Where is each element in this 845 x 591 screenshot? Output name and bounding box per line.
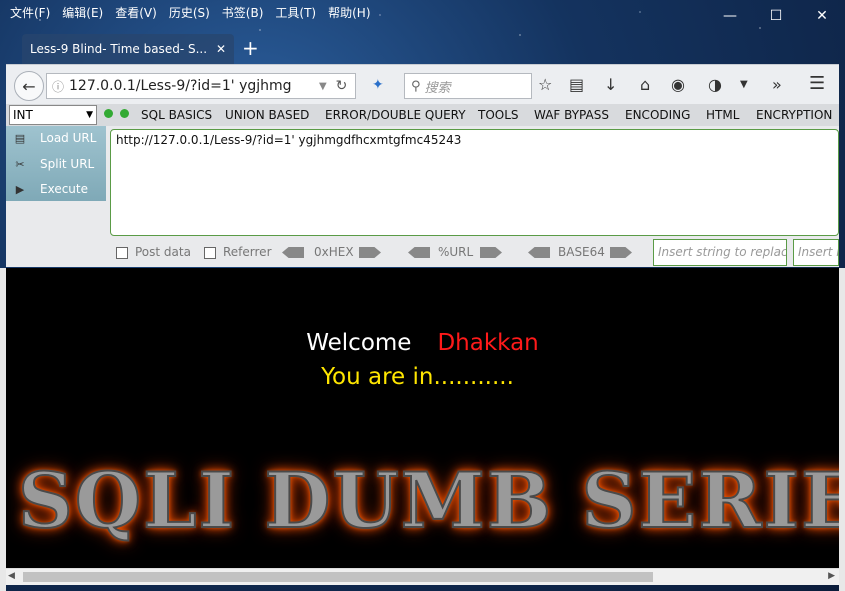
search-box[interactable]: ⚲ 搜索: [404, 73, 532, 99]
home-button-icon[interactable]: ⌂: [640, 75, 650, 94]
hackbar-options: Post data Referrer 0xHEX %URL BASE64 Ins…: [110, 239, 839, 266]
url-text[interactable]: 127.0.0.1/Less-9/?id=1' ygjhmg: [69, 78, 319, 94]
scroll-left-icon[interactable]: ◀: [8, 571, 15, 581]
load-url-button[interactable]: ▤ Load URL: [12, 131, 97, 145]
post-data-checkbox[interactable]: [116, 247, 128, 259]
int-select[interactable]: INT ▼: [9, 105, 97, 125]
hackbar-side-actions: ▤ Load URL ✂ Split URL ▶ Execute: [6, 126, 106, 201]
menu-view[interactable]: 查看(V): [115, 4, 157, 21]
hamburger-menu-icon[interactable]: ☰: [809, 73, 825, 94]
active-tab[interactable]: Less-9 Blind- Time based- S... ✕: [22, 34, 234, 64]
menu-tools[interactable]: 工具(T): [275, 4, 316, 21]
base64-encode-arrow-icon[interactable]: [610, 247, 632, 258]
hackbar-url-textarea[interactable]: http://127.0.0.1/Less-9/?id=1' ygjhmgdfh…: [110, 129, 839, 236]
menu-sql-basics[interactable]: SQL BASICS: [141, 108, 212, 122]
menu-waf-bypass[interactable]: WAF BYPASS: [534, 108, 609, 122]
hex-encode-arrow-icon[interactable]: [359, 247, 381, 258]
palette-icon[interactable]: ◑: [708, 75, 722, 94]
window-controls: — ☐ ✕: [707, 0, 845, 32]
right-frame-edge: [839, 268, 845, 591]
menu-bookmarks[interactable]: 书签(B): [222, 4, 264, 21]
reading-list-icon[interactable]: ▤: [569, 75, 584, 94]
chevron-down-icon: ▼: [86, 110, 93, 120]
info-icon[interactable]: ⓘ: [47, 78, 69, 95]
menu-tools[interactable]: TOOLS: [478, 108, 519, 122]
tab-close-icon[interactable]: ✕: [216, 42, 226, 56]
play-icon: ▶: [15, 182, 25, 196]
download-icon[interactable]: ↓: [604, 75, 617, 94]
reload-button[interactable]: ↻: [328, 73, 356, 99]
welcome-text: Welcome: [306, 330, 412, 356]
referrer-label: Referrer: [223, 245, 272, 259]
search-placeholder: 搜索: [424, 80, 451, 96]
post-data-label: Post data: [135, 245, 191, 259]
search-icon: ⚲: [411, 78, 421, 94]
tab-title: Less-9 Blind- Time based- S...: [30, 42, 208, 56]
minus-icon[interactable]: [104, 109, 113, 118]
sqli-banner: SQLI DUMB SERIES: [17, 455, 839, 546]
menu-history[interactable]: 历史(S): [169, 4, 210, 21]
hackbar-toolbar: INT ▼ SQL BASICS UNION BASED ERROR/DOUBLE…: [6, 104, 839, 126]
menu-union-based[interactable]: UNION BASED: [225, 108, 309, 122]
menu-help[interactable]: 帮助(H): [328, 4, 370, 21]
execute-button[interactable]: ▶ Execute: [12, 182, 88, 196]
minimize-button[interactable]: —: [707, 0, 753, 32]
load-url-icon: ▤: [14, 131, 26, 145]
back-arrow-icon: ←: [22, 76, 36, 96]
base64-label: BASE64: [558, 245, 605, 259]
status-message: You are in...........: [321, 364, 514, 390]
url-decode-arrow-icon[interactable]: [408, 247, 430, 258]
navigation-toolbar: ← ⓘ 127.0.0.1/Less-9/?id=1' ygjhmg ▼ ⌂ ↻…: [6, 64, 839, 104]
menu-encryption[interactable]: ENCRYPTION: [756, 108, 832, 122]
reload-icon: ↻: [335, 78, 348, 94]
menu-file[interactable]: 文件(F): [10, 4, 50, 21]
menu-html[interactable]: HTML: [706, 108, 739, 122]
int-select-value: INT: [13, 108, 33, 122]
scroll-right-icon[interactable]: ▶: [828, 571, 835, 581]
base64-decode-arrow-icon[interactable]: [528, 247, 550, 258]
plus-icon[interactable]: [120, 109, 129, 118]
split-url-label: Split URL: [40, 157, 95, 171]
overflow-icon[interactable]: »: [772, 75, 782, 94]
menu-edit[interactable]: 编辑(E): [62, 4, 103, 21]
page-content: Welcome Dhakkan You are in........... SQL…: [6, 268, 839, 568]
maximize-button[interactable]: ☐: [753, 0, 799, 32]
user-name: Dhakkan: [437, 330, 539, 356]
menu-encoding[interactable]: ENCODING: [625, 108, 690, 122]
insert-replace-input[interactable]: Insert string to replace: [653, 239, 787, 266]
bird-icon[interactable]: ✦: [372, 77, 384, 93]
close-window-button[interactable]: ✕: [799, 0, 845, 32]
welcome-line: Welcome Dhakkan: [6, 330, 839, 356]
hackbar-panel: ▤ Load URL ✂ Split URL ▶ Execute http://…: [6, 126, 839, 267]
execute-label: Execute: [40, 182, 88, 196]
avatar-icon[interactable]: ◉: [671, 75, 685, 94]
menu-error-double-query[interactable]: ERROR/DOUBLE QUERY: [325, 108, 466, 122]
hex-label: 0xHEX: [314, 245, 354, 259]
urlenc-label: %URL: [438, 245, 474, 259]
split-url-button[interactable]: ✂ Split URL: [12, 157, 94, 171]
url-encode-arrow-icon[interactable]: [480, 247, 502, 258]
referrer-checkbox[interactable]: [204, 247, 216, 259]
palette-dropdown-icon[interactable]: ▼: [740, 79, 748, 90]
hex-decode-arrow-icon[interactable]: [282, 247, 304, 258]
new-tab-button[interactable]: +: [242, 38, 259, 58]
scrollbar-thumb[interactable]: [23, 572, 653, 582]
load-url-label: Load URL: [40, 131, 97, 145]
back-button[interactable]: ←: [14, 71, 44, 101]
address-bar[interactable]: ⓘ 127.0.0.1/Less-9/?id=1' ygjhmg ▼ ⌂: [46, 73, 356, 99]
horizontal-scrollbar[interactable]: ◀ ▶: [6, 568, 839, 585]
insert-with-input[interactable]: Insert r: [793, 239, 839, 266]
scissors-icon: ✂: [15, 157, 25, 171]
bookmark-star-icon[interactable]: ☆: [538, 75, 552, 94]
